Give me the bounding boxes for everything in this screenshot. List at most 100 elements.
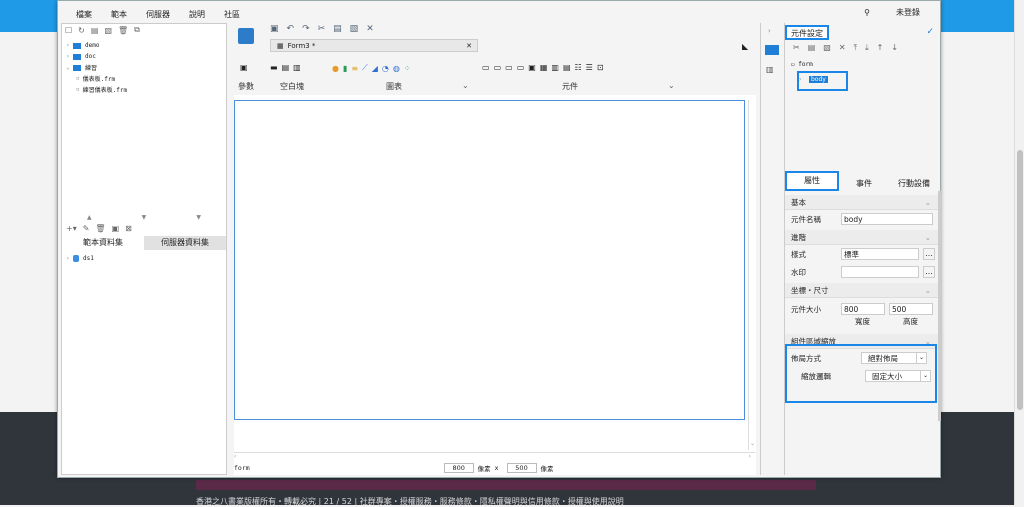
tab-events[interactable]: 事件: [839, 177, 889, 191]
checkbox-widget-icon[interactable]: ☷: [575, 63, 582, 72]
search-icon[interactable]: ⚲: [864, 8, 870, 17]
menu-community[interactable]: 社區: [224, 9, 240, 20]
widget-settings-icon[interactable]: [765, 45, 779, 55]
param-icon[interactable]: ▣: [240, 63, 248, 72]
add-icon[interactable]: +▾: [66, 224, 77, 233]
more-icon[interactable]: …: [923, 248, 935, 260]
tab-server-dataset[interactable]: 伺服器資料集: [144, 236, 226, 250]
canvas-vscroll[interactable]: ⌄: [748, 100, 756, 450]
height-input[interactable]: 500: [889, 303, 933, 315]
radio-widget-icon[interactable]: ☰: [586, 63, 593, 72]
tree-item-doc[interactable]: › doc: [66, 51, 226, 62]
find-icon[interactable]: ▧: [104, 26, 112, 35]
cut-icon[interactable]: ✂: [318, 24, 326, 34]
section-advanced[interactable]: 進階 ⌄: [785, 230, 939, 245]
preview-icon[interactable]: ▣: [112, 224, 120, 233]
combo-widget-icon[interactable]: ▭: [505, 63, 513, 72]
design-canvas[interactable]: [234, 100, 745, 420]
tab-mobile[interactable]: 行動設備: [889, 177, 939, 191]
area-chart-icon[interactable]: ◢: [372, 64, 378, 73]
trash-icon[interactable]: 🗑: [95, 224, 105, 233]
open-icon[interactable]: ▤: [91, 26, 99, 35]
copy-icon[interactable]: ⧉: [134, 25, 140, 35]
tab-template-dataset[interactable]: 範本資料集: [62, 236, 144, 250]
width-input[interactable]: 800: [841, 303, 885, 315]
gauge-icon[interactable]: ◔: [382, 64, 389, 73]
tree-widget-icon[interactable]: ▣: [528, 63, 536, 72]
paste-icon[interactable]: ▧: [823, 43, 831, 53]
layout-icon[interactable]: ▥: [766, 65, 774, 74]
label-widget-icon[interactable]: ▤: [563, 63, 571, 72]
save-icon[interactable]: ▣: [270, 24, 279, 34]
canvas-width-input[interactable]: 800: [443, 462, 474, 473]
login-link[interactable]: 未登錄: [896, 7, 920, 18]
tree-item-dashboard[interactable]: ▫ 儀表板.frm: [66, 73, 226, 84]
grid-icon[interactable]: ▤: [282, 63, 290, 72]
block-icon[interactable]: ▬: [270, 63, 278, 72]
panel-splitter[interactable]: ▲ ▼ ▼: [62, 214, 226, 221]
scrollbar-thumb[interactable]: [1017, 150, 1023, 410]
number-widget-icon[interactable]: ▭: [494, 63, 502, 72]
tree-item-demo[interactable]: › demo: [66, 40, 226, 51]
menu-template[interactable]: 範本: [111, 9, 127, 20]
body-node[interactable]: body: [809, 76, 828, 83]
template-icon[interactable]: [238, 28, 254, 44]
donut-icon[interactable]: ◍: [393, 64, 400, 73]
move-down-icon[interactable]: ↓: [891, 43, 898, 53]
more-icon[interactable]: …: [923, 266, 935, 278]
pie-chart-icon[interactable]: ●: [332, 64, 339, 73]
split-icon[interactable]: ▥: [293, 63, 301, 72]
body-node-highlight[interactable]: › body: [797, 71, 848, 91]
paste-icon[interactable]: ▤: [333, 24, 342, 34]
watermark-input[interactable]: [841, 266, 919, 278]
link-icon[interactable]: ⊠: [125, 224, 132, 233]
settings-scrollbar[interactable]: [938, 191, 941, 421]
move-up-icon[interactable]: ↑: [877, 43, 884, 53]
section-basic[interactable]: 基本 ⌄: [785, 195, 939, 210]
scatter-icon[interactable]: ⁘: [404, 64, 411, 73]
tab-attributes[interactable]: 屬性: [785, 171, 839, 191]
copy-icon[interactable]: ▤: [808, 43, 816, 53]
delete-icon[interactable]: ✕: [839, 43, 846, 53]
section-coord[interactable]: 坐標・尺寸 ⌄: [785, 283, 939, 298]
date-widget-icon[interactable]: ▭: [517, 63, 525, 72]
redo-icon[interactable]: ↷: [302, 24, 310, 34]
page-scrollbar[interactable]: [1014, 0, 1024, 505]
pin-icon[interactable]: ◣: [742, 42, 748, 51]
tree-root[interactable]: ▭ form: [791, 61, 813, 68]
line-chart-icon[interactable]: ⟋: [362, 63, 368, 73]
tree-item-practice-dashboard[interactable]: ▫ 練習儀表板.frm: [66, 84, 226, 95]
move-top-icon[interactable]: ⤒: [854, 43, 858, 53]
tree-item-practice[interactable]: ⌄ 練習: [66, 62, 226, 73]
move-bottom-icon[interactable]: ⤓: [865, 43, 869, 53]
refresh-icon[interactable]: ↻: [78, 26, 85, 35]
document-tab[interactable]: ▦ Form3 * ✕: [270, 39, 478, 52]
collapse-icon[interactable]: ›: [768, 27, 771, 35]
close-icon[interactable]: ✕: [366, 24, 374, 34]
bar-chart-icon[interactable]: ▮: [343, 64, 347, 73]
widget-expand-icon[interactable]: ⌄: [668, 81, 675, 90]
format-painter-icon[interactable]: ▧: [350, 24, 359, 34]
cut-icon[interactable]: ✂: [793, 43, 800, 53]
delete-icon[interactable]: 🗑: [118, 26, 128, 35]
menu-file[interactable]: 檔案: [76, 9, 92, 20]
dataset-item[interactable]: › ds1: [66, 253, 94, 264]
new-icon[interactable]: ☐: [65, 26, 72, 35]
menu-help[interactable]: 說明: [189, 9, 205, 20]
query-widget-icon[interactable]: ⊡: [597, 63, 604, 72]
canvas-hscroll[interactable]: ‹ ›: [234, 452, 755, 460]
close-tab-icon[interactable]: ✕: [466, 42, 472, 50]
name-input[interactable]: body: [841, 213, 933, 225]
hbar-chart-icon[interactable]: ≡: [351, 64, 358, 73]
check-icon[interactable]: ✓: [926, 27, 934, 37]
style-input[interactable]: 標準: [841, 248, 919, 260]
table-widget-icon[interactable]: ▦: [540, 63, 548, 72]
button-widget-icon[interactable]: ▥: [551, 63, 559, 72]
undo-icon[interactable]: ↶: [287, 24, 295, 34]
expand-arrow-icon[interactable]: ›: [799, 76, 801, 83]
chart-expand-icon[interactable]: ⌄: [462, 81, 469, 90]
edit-icon[interactable]: ✎: [83, 224, 90, 233]
menu-server[interactable]: 伺服器: [146, 9, 170, 20]
canvas-height-input[interactable]: 500: [506, 462, 537, 473]
textbox-widget-icon[interactable]: ▭: [482, 63, 490, 72]
